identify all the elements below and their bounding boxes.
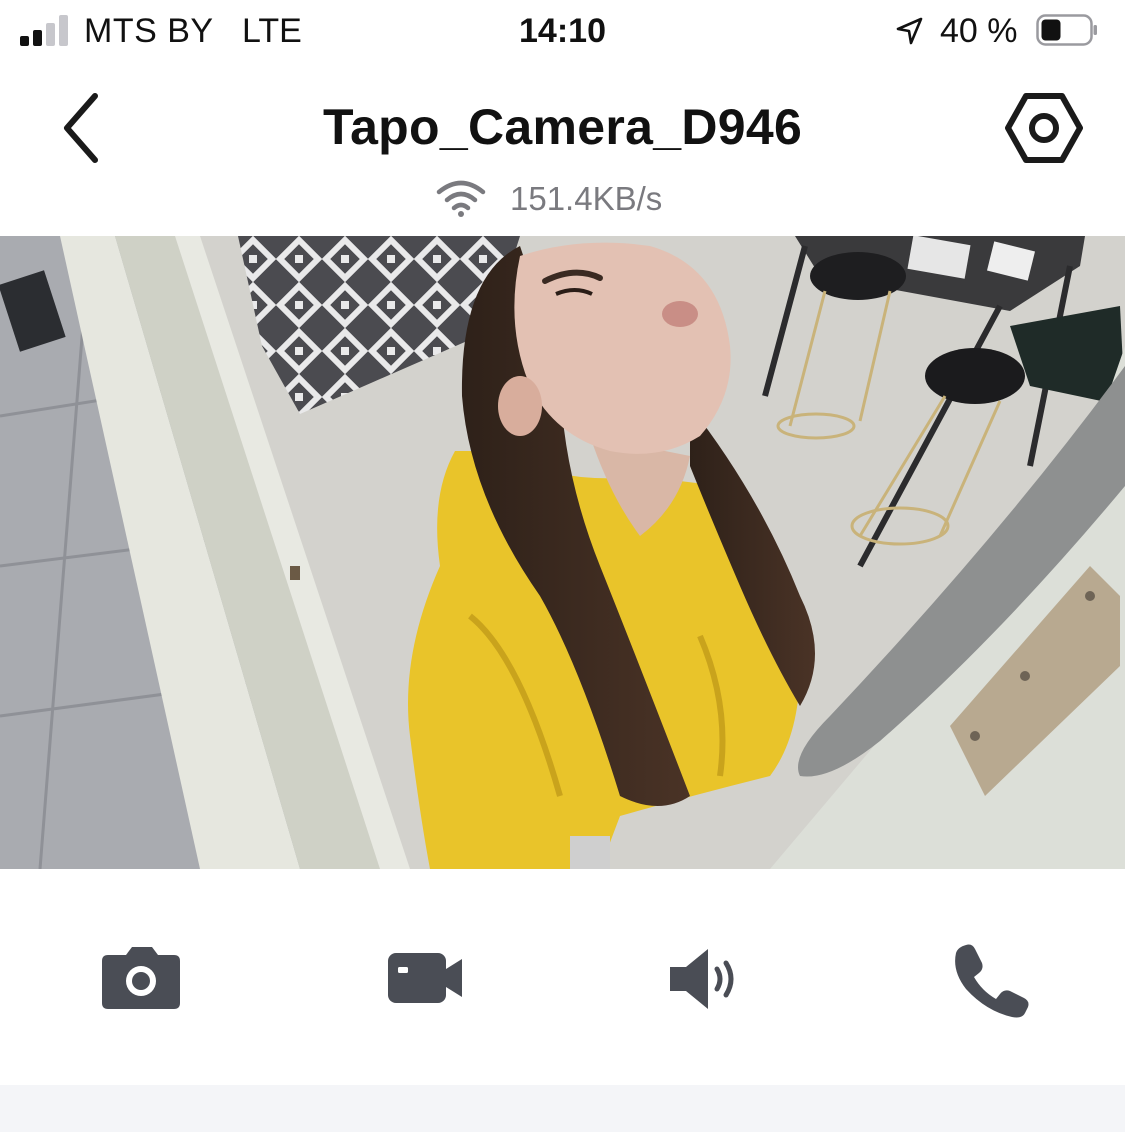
stream-speed: 151.4KB/s: [0, 176, 1125, 220]
control-bar: [0, 869, 1125, 1085]
wifi-icon: [436, 180, 486, 217]
camera-frame-image: [0, 236, 1125, 869]
video-camera-icon[interactable]: [382, 939, 472, 1019]
live-video-feed[interactable]: [0, 236, 1125, 869]
battery-percent: 40 %: [940, 12, 1018, 50]
hex-gear-icon[interactable]: [1000, 88, 1088, 168]
bottom-panel: [0, 1085, 1125, 1132]
battery-icon: [1036, 14, 1097, 46]
page-title: Tapo_Camera_D946: [322, 99, 803, 155]
status-bar: MTS BY LTE 14:10 40 %: [0, 0, 1125, 64]
camera-icon[interactable]: [96, 939, 186, 1019]
phone-icon[interactable]: [944, 939, 1034, 1019]
speed-text: 151.4KB/s: [510, 180, 663, 217]
location-arrow-icon: [896, 17, 923, 45]
speaker-icon[interactable]: [662, 939, 752, 1019]
nav-bar: Tapo_Camera_D946 151.4KB/s: [0, 64, 1125, 236]
